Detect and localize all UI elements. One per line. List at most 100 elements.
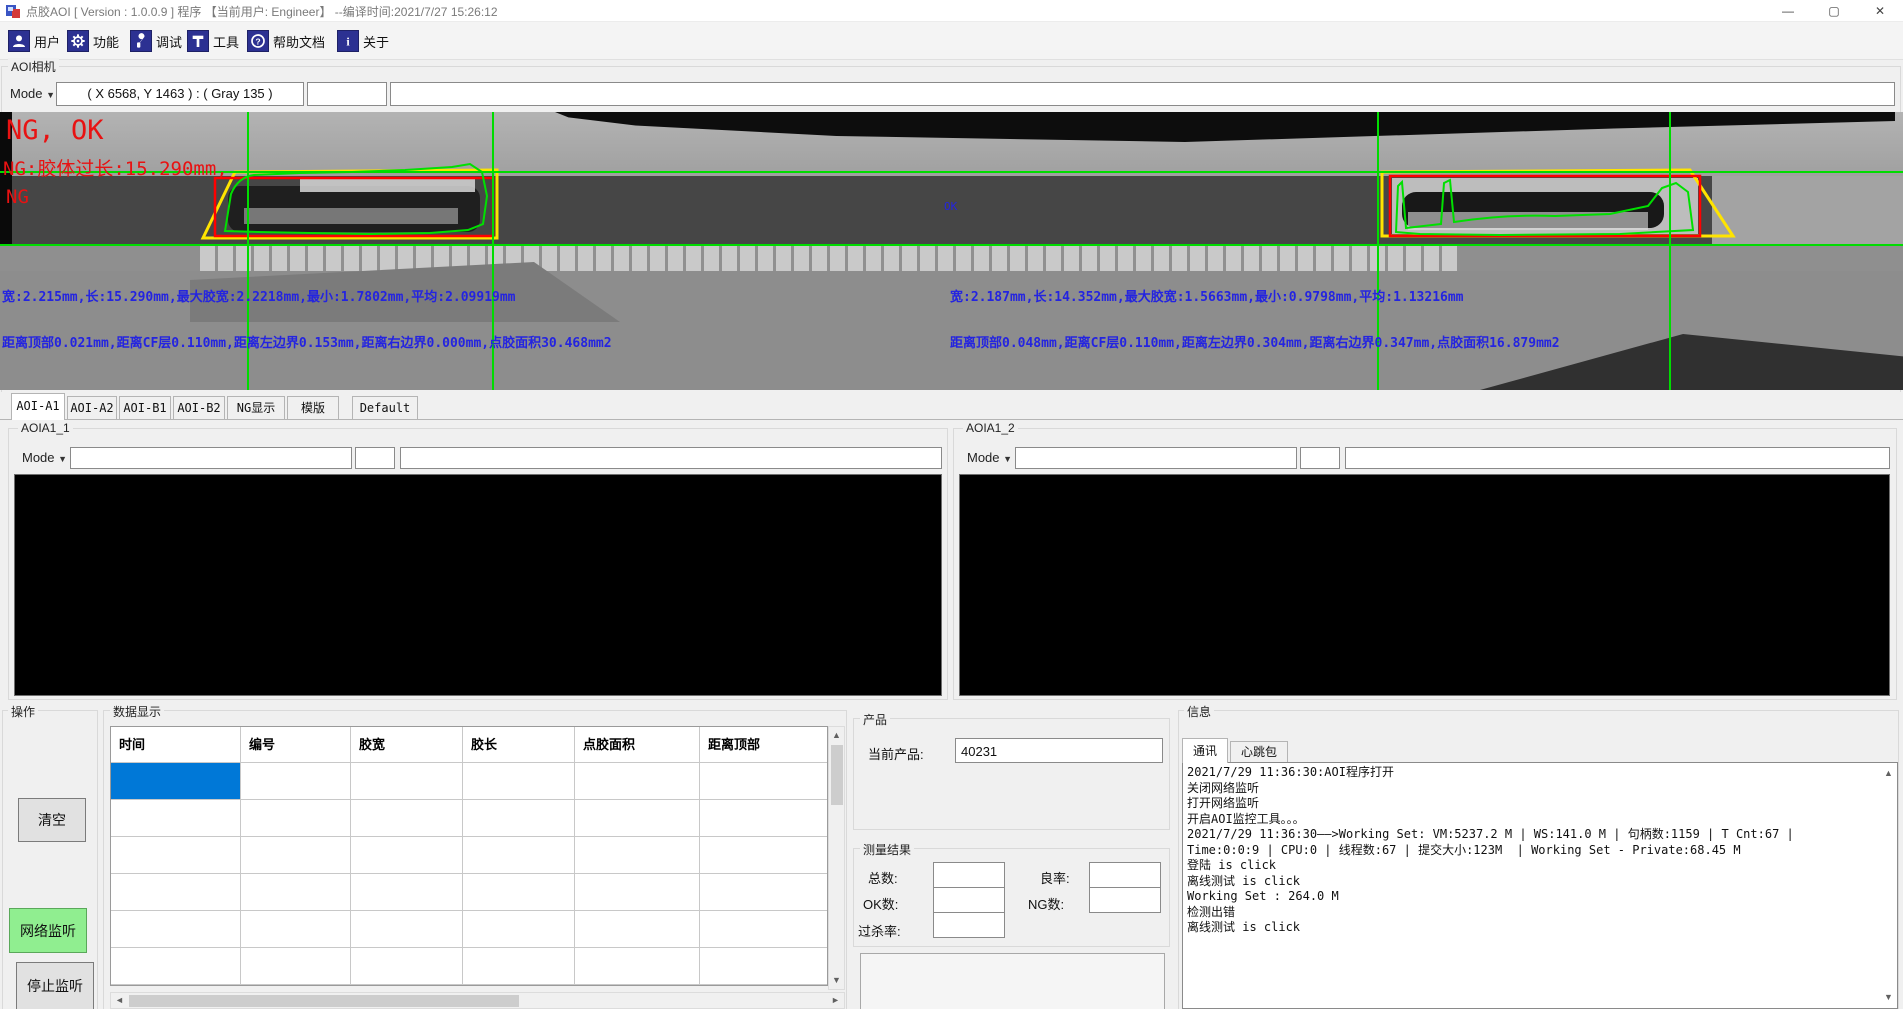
table-cell[interactable] xyxy=(351,874,463,911)
clear-button[interactable]: 清空 xyxy=(18,798,86,842)
scroll-right-icon[interactable]: ► xyxy=(828,993,843,1008)
toolbar-user-button[interactable]: 用户 xyxy=(8,27,60,55)
overkill-rate-value xyxy=(933,912,1005,938)
toolbar-function-button[interactable]: 功能 xyxy=(67,27,119,55)
current-product-input[interactable]: 40231 xyxy=(955,738,1163,763)
table-cell[interactable] xyxy=(351,911,463,948)
table-cell[interactable] xyxy=(241,800,351,837)
log-scroll-down-icon[interactable]: ▼ xyxy=(1881,990,1896,1005)
table-cell[interactable] xyxy=(111,800,241,837)
table-cell[interactable] xyxy=(575,874,700,911)
col-header-id[interactable]: 编号 xyxy=(241,727,351,763)
table-cell[interactable] xyxy=(700,911,827,948)
table-cell[interactable] xyxy=(463,763,575,800)
stop-listen-button[interactable]: 停止监听 xyxy=(16,962,94,1009)
table-cell[interactable] xyxy=(241,837,351,874)
app-icon xyxy=(5,3,21,19)
table-cell[interactable] xyxy=(241,763,351,800)
table-cell[interactable] xyxy=(700,948,827,985)
panel-aoia1-2-image[interactable] xyxy=(959,474,1890,696)
log-line: 开启AOI监控工具。。。 xyxy=(1187,812,1893,828)
table-horizontal-scrollbar[interactable]: ◄ ► xyxy=(110,992,845,1009)
product-groupbox xyxy=(853,718,1170,830)
panel-aoia1-2-field-2[interactable] xyxy=(1300,447,1340,469)
tab-aoi-b2[interactable]: AOI-B2 xyxy=(173,396,225,419)
tab-template[interactable]: 模版 xyxy=(287,396,339,419)
wrench-icon xyxy=(130,30,152,52)
table-hscroll-thumb[interactable] xyxy=(129,995,519,1007)
panel-aoia1-1-field-2[interactable] xyxy=(355,447,395,469)
table-cell[interactable] xyxy=(111,948,241,985)
toolbar-help-button[interactable]: ? 帮助文档 xyxy=(247,27,325,55)
table-cell[interactable] xyxy=(351,763,463,800)
scroll-up-icon[interactable]: ▲ xyxy=(829,728,844,743)
camera-viewport[interactable]: NG, OK NG:胶体过长:15.290mm, NG OK 宽:2.215mm… xyxy=(0,112,1903,390)
network-listen-button[interactable]: 网络监听 xyxy=(9,908,87,953)
table-cell[interactable] xyxy=(700,763,827,800)
toolbar-about-button[interactable]: i 关于 xyxy=(337,27,389,55)
data-display-group-label: 数据显示 xyxy=(110,703,164,720)
table-cell[interactable] xyxy=(111,874,241,911)
user-icon xyxy=(8,30,30,52)
table-cell[interactable] xyxy=(575,800,700,837)
table-cell[interactable] xyxy=(111,837,241,874)
close-button[interactable]: ✕ xyxy=(1857,0,1903,22)
table-cell[interactable] xyxy=(575,837,700,874)
table-cell[interactable] xyxy=(351,948,463,985)
table-cell[interactable] xyxy=(351,837,463,874)
panel-aoia1-2-field-3[interactable] xyxy=(1345,447,1890,469)
toolbar-tools-button[interactable]: 工具 xyxy=(187,27,239,55)
tab-aoi-a1[interactable]: AOI-A1 xyxy=(11,393,65,420)
tab-default[interactable]: Default xyxy=(352,396,418,419)
table-cell[interactable] xyxy=(463,837,575,874)
camera-field-3[interactable] xyxy=(390,82,1895,106)
panel-aoia1-1-field-1[interactable] xyxy=(70,447,352,469)
camera-field-2[interactable] xyxy=(307,82,387,106)
table-cell[interactable] xyxy=(575,763,700,800)
scroll-down-icon[interactable]: ▼ xyxy=(829,973,844,988)
col-header-glue-length[interactable]: 胶长 xyxy=(463,727,575,763)
table-cell[interactable] xyxy=(241,948,351,985)
table-cell[interactable] xyxy=(700,837,827,874)
table-cell[interactable] xyxy=(111,911,241,948)
minimize-button[interactable]: — xyxy=(1765,0,1811,22)
table-cell[interactable] xyxy=(700,800,827,837)
table-cell[interactable] xyxy=(463,948,575,985)
table-body xyxy=(111,763,827,985)
table-cell-selected[interactable] xyxy=(111,763,241,800)
table-vscroll-thumb[interactable] xyxy=(831,745,843,805)
log-line: 2021/7/29 11:36:30——>Working Set: VM:523… xyxy=(1187,827,1893,843)
col-header-glue-area[interactable]: 点胶面积 xyxy=(575,727,700,763)
table-cell[interactable] xyxy=(463,911,575,948)
tab-heartbeat[interactable]: 心跳包 xyxy=(1230,741,1288,763)
col-header-glue-width[interactable]: 胶宽 xyxy=(351,727,463,763)
panel-aoia1-2-mode-dropdown[interactable]: Mode ▼ xyxy=(967,450,1012,465)
table-cell[interactable] xyxy=(700,874,827,911)
ok-count-label: OK数: xyxy=(863,894,898,913)
panel-aoia1-1-image[interactable] xyxy=(14,474,942,696)
comms-log[interactable]: 2021/7/29 11:36:30:AOI程序打开 关闭网络监听 打开网络监听… xyxy=(1182,762,1898,1009)
table-cell[interactable] xyxy=(351,800,463,837)
maximize-button[interactable]: ▢ xyxy=(1811,0,1857,22)
table-cell[interactable] xyxy=(575,911,700,948)
col-header-time[interactable]: 时间 xyxy=(111,727,241,763)
table-vertical-scrollbar[interactable]: ▲ ▼ xyxy=(828,726,845,990)
panel-aoia1-1-mode-dropdown[interactable]: Mode ▼ xyxy=(22,450,67,465)
camera-coordinate-readout[interactable]: ( X 6568, Y 1463 ) : ( Gray 135 ) xyxy=(56,82,304,106)
panel-aoia1-1-field-3[interactable] xyxy=(400,447,942,469)
table-cell[interactable] xyxy=(575,948,700,985)
table-cell[interactable] xyxy=(241,874,351,911)
toolbar-debug-button[interactable]: 调试 xyxy=(130,27,182,55)
scroll-left-icon[interactable]: ◄ xyxy=(112,993,127,1008)
table-cell[interactable] xyxy=(463,800,575,837)
panel-aoia1-2-field-1[interactable] xyxy=(1015,447,1297,469)
tab-aoi-a2[interactable]: AOI-A2 xyxy=(67,396,117,419)
table-cell[interactable] xyxy=(241,911,351,948)
tab-ng-display[interactable]: NG显示 xyxy=(227,396,285,419)
camera-mode-dropdown[interactable]: Mode ▼ xyxy=(10,86,55,101)
tab-aoi-b1[interactable]: AOI-B1 xyxy=(119,396,171,419)
log-scroll-up-icon[interactable]: ▲ xyxy=(1881,766,1896,781)
table-cell[interactable] xyxy=(463,874,575,911)
col-header-distance-top[interactable]: 距离顶部 xyxy=(700,727,827,763)
tab-comms[interactable]: 通讯 xyxy=(1182,738,1228,763)
